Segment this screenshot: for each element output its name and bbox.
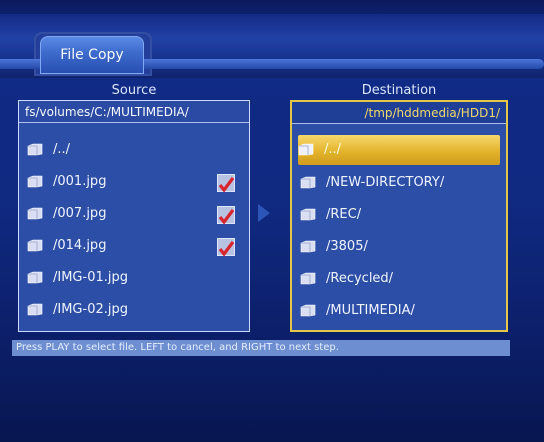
tab-bar-left xyxy=(0,59,40,69)
destination-title: Destination xyxy=(361,83,437,98)
source-item-label: /IMG-01.jpg xyxy=(53,270,128,285)
folder-icon xyxy=(300,240,316,253)
folder-icon xyxy=(27,207,43,220)
tab-file-copy[interactable]: File Copy xyxy=(40,36,144,74)
destination-item-recycled[interactable]: /Recycled/ xyxy=(300,264,498,294)
destination-item-label: /Recycled/ xyxy=(326,271,394,286)
folder-icon xyxy=(27,271,43,284)
source-item-parent[interactable]: /../ xyxy=(27,135,241,165)
folder-icon xyxy=(27,143,43,156)
parent-folder-icon xyxy=(298,143,314,156)
source-item-label: /001.jpg xyxy=(53,174,107,189)
destination-item-multimedia[interactable]: /MULTIMEDIA/ xyxy=(300,296,498,326)
destination-item-3805[interactable]: /3805/ xyxy=(300,232,498,262)
source-item-label: /007.jpg xyxy=(53,206,107,221)
destination-item-label: /REC/ xyxy=(326,207,362,222)
source-item-014[interactable]: /014.jpg xyxy=(27,231,241,261)
destination-item-parent[interactable]: /../ xyxy=(298,135,500,165)
source-title: Source xyxy=(111,83,157,98)
destination-path: /tmp/hddmedia/HDD1/ xyxy=(292,102,506,124)
checkbox-checked-icon[interactable] xyxy=(217,174,235,193)
source-item-label: /IMG-02.jpg xyxy=(53,302,128,317)
folder-icon xyxy=(27,303,43,316)
folder-icon xyxy=(300,272,316,285)
folder-icon xyxy=(27,175,43,188)
source-item-007[interactable]: /007.jpg xyxy=(27,199,241,229)
tab-bar-right xyxy=(144,59,544,69)
destination-item-label: /3805/ xyxy=(326,239,368,254)
folder-icon xyxy=(27,239,43,252)
checkbox-checked-icon[interactable] xyxy=(217,238,235,257)
destination-item-label: /MULTIMEDIA/ xyxy=(326,303,415,318)
destination-item-rec[interactable]: /REC/ xyxy=(300,200,498,230)
right-arrow-icon xyxy=(258,204,270,222)
destination-item-label: /NEW-DIRECTORY/ xyxy=(326,175,445,190)
source-item-label: /014.jpg xyxy=(53,238,107,253)
source-item-img-01[interactable]: /IMG-01.jpg xyxy=(27,263,241,293)
help-hint: Press PLAY to select file. LEFT to cance… xyxy=(12,340,510,356)
destination-panel: /tmp/hddmedia/HDD1/ /../ /NEW-DIRECTORY/… xyxy=(290,100,508,332)
folder-icon xyxy=(300,176,316,189)
source-item-label: /../ xyxy=(53,142,71,157)
source-item-img-02[interactable]: /IMG-02.jpg xyxy=(27,295,241,325)
source-panel: fs/volumes/C:/MULTIMEDIA/ /../ /001.jpg … xyxy=(18,100,250,332)
destination-item-new-directory[interactable]: /NEW-DIRECTORY/ xyxy=(300,168,498,198)
source-path: fs/volumes/C:/MULTIMEDIA/ xyxy=(19,101,249,123)
source-item-001[interactable]: /001.jpg xyxy=(27,167,241,197)
destination-item-label: /../ xyxy=(324,142,342,157)
folder-icon xyxy=(300,304,316,317)
file-copy-screen: File Copy Source Destination fs/volumes/… xyxy=(0,0,544,442)
folder-icon xyxy=(300,208,316,221)
checkbox-checked-icon[interactable] xyxy=(217,206,235,225)
